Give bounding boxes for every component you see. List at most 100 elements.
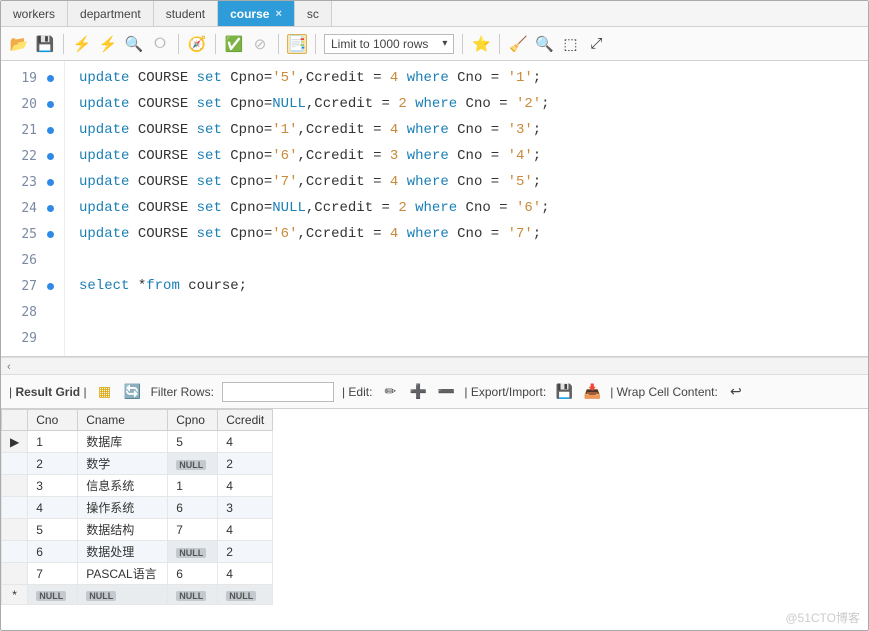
cell[interactable]: 4 bbox=[218, 519, 273, 541]
cell[interactable]: NULL bbox=[78, 585, 168, 605]
panel-toggle-1-icon[interactable]: ⬚ bbox=[560, 34, 580, 54]
row-marker[interactable]: ▶ bbox=[2, 431, 28, 453]
cell[interactable]: 4 bbox=[218, 563, 273, 585]
cell[interactable]: 3 bbox=[28, 475, 78, 497]
cell[interactable]: 6 bbox=[168, 563, 218, 585]
beautify-icon[interactable]: 📑 bbox=[287, 34, 307, 54]
cell[interactable]: 4 bbox=[218, 475, 273, 497]
row-marker[interactable] bbox=[2, 497, 28, 519]
search-icon[interactable]: 🔍 bbox=[534, 34, 554, 54]
cell[interactable]: NULL bbox=[168, 453, 218, 475]
cell[interactable]: PASCAL语言 bbox=[78, 563, 168, 585]
export-icon[interactable]: 💾 bbox=[554, 382, 574, 402]
code-line[interactable] bbox=[79, 247, 868, 273]
cell[interactable]: 2 bbox=[28, 453, 78, 475]
code-area[interactable]: update COURSE set Cpno='5',Ccredit = 4 w… bbox=[65, 61, 868, 356]
cell[interactable]: NULL bbox=[28, 585, 78, 605]
table-row[interactable]: 4操作系统63 bbox=[2, 497, 273, 519]
tab-student[interactable]: student bbox=[154, 1, 218, 26]
grid-view-icon[interactable]: ▦ bbox=[95, 382, 115, 402]
edit-icon[interactable]: ✏ bbox=[380, 382, 400, 402]
sql-editor[interactable]: 1920212223242526272829 update COURSE set… bbox=[1, 61, 868, 357]
code-line[interactable]: update COURSE set Cpno='7',Ccredit = 4 w… bbox=[79, 169, 868, 195]
code-line[interactable]: update COURSE set Cpno='5',Ccredit = 4 w… bbox=[79, 65, 868, 91]
cell[interactable]: 信息系统 bbox=[78, 475, 168, 497]
import-icon[interactable]: 📥 bbox=[582, 382, 602, 402]
code-line[interactable]: update COURSE set Cpno='6',Ccredit = 3 w… bbox=[79, 143, 868, 169]
favorite-icon[interactable]: ⭐ bbox=[471, 34, 491, 54]
cell[interactable]: 6 bbox=[28, 541, 78, 563]
tab-course[interactable]: course× bbox=[218, 1, 295, 26]
cell[interactable]: 7 bbox=[168, 519, 218, 541]
rollback-icon[interactable]: ⊘ bbox=[250, 34, 270, 54]
row-marker[interactable] bbox=[2, 563, 28, 585]
row-marker[interactable] bbox=[2, 453, 28, 475]
cell[interactable]: 数据结构 bbox=[78, 519, 168, 541]
code-line[interactable]: update COURSE set Cpno='1',Ccredit = 4 w… bbox=[79, 117, 868, 143]
add-row-icon[interactable]: ➕ bbox=[408, 382, 428, 402]
cell[interactable]: 5 bbox=[168, 431, 218, 453]
code-line[interactable] bbox=[79, 299, 868, 325]
cell[interactable]: 7 bbox=[28, 563, 78, 585]
line-number: 19 bbox=[1, 65, 64, 91]
cell[interactable]: NULL bbox=[168, 585, 218, 605]
row-limit-dropdown[interactable]: Limit to 1000 rows ▾ bbox=[324, 34, 454, 54]
cell[interactable]: 4 bbox=[218, 431, 273, 453]
table-row[interactable]: 3信息系统14 bbox=[2, 475, 273, 497]
column-header[interactable]: Cname bbox=[78, 410, 168, 431]
table-row[interactable]: 5数据结构74 bbox=[2, 519, 273, 541]
wrap-cell-icon[interactable]: ↩ bbox=[726, 382, 746, 402]
code-line[interactable]: update COURSE set Cpno=NULL,Ccredit = 2 … bbox=[79, 91, 868, 117]
code-line[interactable] bbox=[79, 325, 868, 351]
column-header[interactable]: Cno bbox=[28, 410, 78, 431]
tab-sc[interactable]: sc bbox=[295, 1, 332, 26]
cell[interactable]: 2 bbox=[218, 453, 273, 475]
cell[interactable]: 数据处理 bbox=[78, 541, 168, 563]
table-row[interactable]: 2数学NULL2 bbox=[2, 453, 273, 475]
cell[interactable]: NULL bbox=[168, 541, 218, 563]
code-line[interactable]: select *from course; bbox=[79, 273, 868, 299]
filter-rows-input[interactable] bbox=[222, 382, 334, 402]
column-header[interactable]: Ccredit bbox=[218, 410, 273, 431]
row-marker[interactable] bbox=[2, 519, 28, 541]
table-row[interactable]: 6数据处理NULL2 bbox=[2, 541, 273, 563]
row-marker[interactable] bbox=[2, 541, 28, 563]
delete-row-icon[interactable]: ➖ bbox=[436, 382, 456, 402]
new-row-marker[interactable]: * bbox=[2, 585, 28, 605]
schedule-icon[interactable]: 🧭 bbox=[187, 34, 207, 54]
cell[interactable]: NULL bbox=[218, 585, 273, 605]
cell[interactable]: 2 bbox=[218, 541, 273, 563]
execute-icon[interactable]: ⚡ bbox=[72, 34, 92, 54]
execute-current-icon[interactable]: ⚡ bbox=[98, 34, 118, 54]
cell[interactable]: 数据库 bbox=[78, 431, 168, 453]
cell[interactable]: 数学 bbox=[78, 453, 168, 475]
open-icon[interactable]: 📂 bbox=[9, 34, 29, 54]
cell[interactable]: 操作系统 bbox=[78, 497, 168, 519]
panel-toggle-2-icon[interactable]: ⤢ bbox=[586, 34, 606, 54]
tab-department[interactable]: department bbox=[68, 1, 154, 26]
cell[interactable]: 1 bbox=[168, 475, 218, 497]
line-number: 29 bbox=[1, 325, 64, 351]
table-row[interactable]: 7PASCAL语言64 bbox=[2, 563, 273, 585]
cell[interactable]: 3 bbox=[218, 497, 273, 519]
code-line[interactable]: update COURSE set Cpno='6',Ccredit = 4 w… bbox=[79, 221, 868, 247]
commit-icon[interactable]: ✅ bbox=[224, 34, 244, 54]
cell[interactable]: 1 bbox=[28, 431, 78, 453]
row-marker[interactable] bbox=[2, 475, 28, 497]
horizontal-scrollbar[interactable]: ‹ bbox=[1, 357, 868, 375]
code-line[interactable]: update COURSE set Cpno=NULL,Ccredit = 2 … bbox=[79, 195, 868, 221]
cell[interactable]: 6 bbox=[168, 497, 218, 519]
refresh-icon[interactable]: 🔄 bbox=[123, 382, 143, 402]
explain-icon[interactable]: 🔍 bbox=[124, 34, 144, 54]
close-icon[interactable]: × bbox=[275, 8, 281, 20]
cleanup-icon[interactable]: 🧹 bbox=[508, 34, 528, 54]
save-icon[interactable]: 💾 bbox=[35, 34, 55, 54]
table-row[interactable]: ▶1数据库54 bbox=[2, 431, 273, 453]
cell[interactable]: 4 bbox=[28, 497, 78, 519]
column-header[interactable]: Cpno bbox=[168, 410, 218, 431]
result-grid[interactable]: CnoCnameCpnoCcredit▶1数据库542数学NULL23信息系统1… bbox=[1, 409, 868, 605]
stop-icon[interactable]: ⭘ bbox=[150, 34, 170, 54]
table-row-new[interactable]: *NULLNULLNULLNULL bbox=[2, 585, 273, 605]
cell[interactable]: 5 bbox=[28, 519, 78, 541]
tab-workers[interactable]: workers bbox=[1, 1, 68, 26]
